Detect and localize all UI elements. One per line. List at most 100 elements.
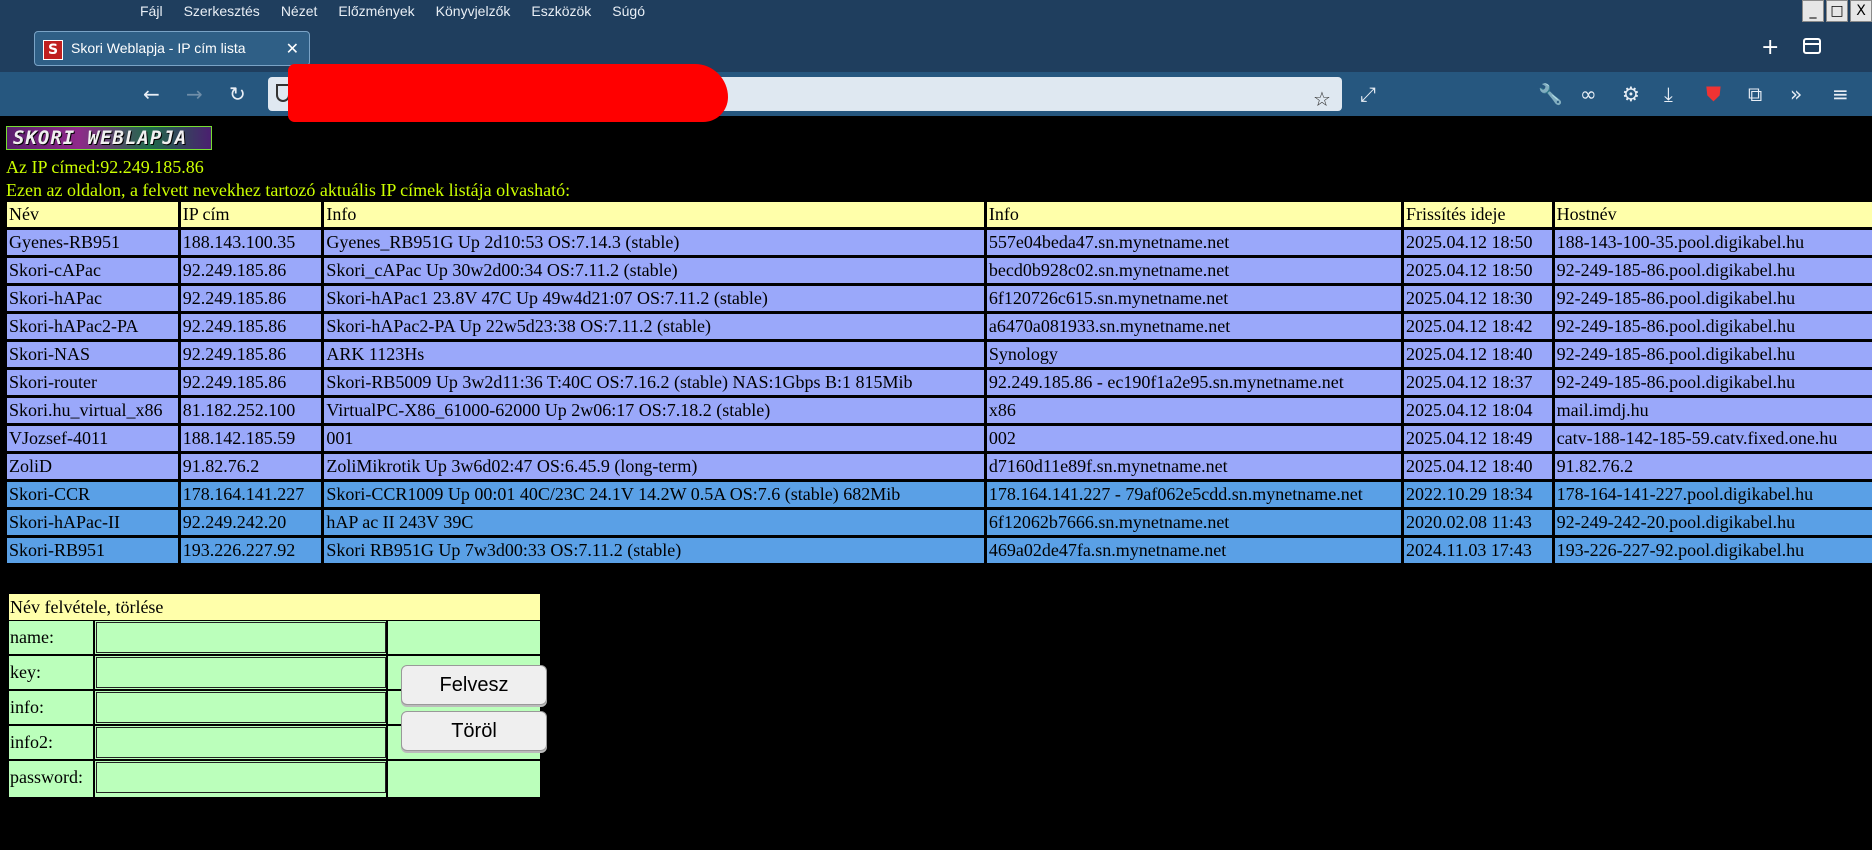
your-ip-text: Az IP címed:92.249.185.86 <box>6 157 204 177</box>
cell-name: Skori-router <box>7 370 178 395</box>
key-label: key: <box>10 662 41 682</box>
cell-updated: 2025.04.12 18:49 <box>1404 426 1552 451</box>
reload-icon[interactable]: ↻ <box>229 82 246 106</box>
fullscreen-icon[interactable]: ⤢ <box>1360 82 1376 106</box>
cell-name: VJozsef-4011 <box>7 426 178 451</box>
cell-hostname: 92-249-242-20.pool.digikabel.hu <box>1554 510 1872 535</box>
cell-info: VirtualPC-X86_61000-62000 Up 2w06:17 OS:… <box>324 398 984 423</box>
table-row: Skori-hAPac 92.249.185.86 Skori-hAPac1 23.… <box>7 286 1872 311</box>
menu-view[interactable]: Nézet <box>281 0 318 22</box>
redaction-overlay <box>288 64 728 122</box>
cell-ip: 92.249.242.20 <box>180 510 322 535</box>
cell-info: Skori-RB5009 Up 3w2d11:36 T:40C OS:7.16.… <box>324 370 984 395</box>
menu-history[interactable]: Előzmények <box>338 0 414 22</box>
hamburger-menu-icon[interactable]: ≡ <box>1832 82 1849 106</box>
overflow-chevron-icon[interactable]: » <box>1790 82 1802 106</box>
cell-hostname: 92-249-185-86.pool.digikabel.hu <box>1554 286 1872 311</box>
cell-hostname: 178-164-141-227.pool.digikabel.hu <box>1554 482 1872 507</box>
delete-button[interactable]: Töröl <box>401 711 547 751</box>
cell-info: hAP ac II 243V 39C <box>324 510 984 535</box>
back-icon[interactable]: ← <box>143 82 160 106</box>
cell-ip: 178.164.141.227 <box>180 482 322 507</box>
form-divider <box>386 621 388 797</box>
cell-info2: d7160d11e89f.sn.mynetname.net <box>986 454 1402 479</box>
menu-help[interactable]: Súgó <box>612 0 645 22</box>
cell-hostname: 92-249-185-86.pool.digikabel.hu <box>1554 258 1872 283</box>
minimize-button[interactable]: _ <box>1802 0 1824 22</box>
menu-file[interactable]: Fájl <box>140 0 163 22</box>
cell-updated: 2025.04.12 18:42 <box>1404 314 1552 339</box>
maximize-button[interactable]: □ <box>1826 0 1848 22</box>
key-input[interactable] <box>96 657 386 688</box>
cell-updated: 2025.04.12 18:40 <box>1404 342 1552 367</box>
cell-ip: 92.249.185.86 <box>180 286 322 311</box>
cell-updated: 2025.04.12 18:30 <box>1404 286 1552 311</box>
cell-info2: 557e04beda47.sn.mynetname.net <box>986 230 1402 255</box>
cell-info: Skori-hAPac1 23.8V 47C Up 49w4d21:07 OS:… <box>324 286 984 311</box>
bookmark-star-icon[interactable]: ☆ <box>1313 87 1331 111</box>
cell-hostname: catv-188-142-185-59.catv.fixed.one.hu <box>1554 426 1872 451</box>
cell-hostname: 92-249-185-86.pool.digikabel.hu <box>1554 342 1872 367</box>
cell-info2: x86 <box>986 398 1402 423</box>
cell-name: Skori-cAPac <box>7 258 178 283</box>
page-description: Ezen az oldalon, a felvett nevekhez tart… <box>6 180 571 200</box>
cell-info: Skori_cAPac Up 30w2d00:34 OS:7.11.2 (sta… <box>324 258 984 283</box>
table-row: Gyenes-RB951 188.143.100.35 Gyenes_RB951G … <box>7 230 1872 255</box>
download-icon[interactable]: ⤓ <box>1664 82 1673 106</box>
add-button[interactable]: Felvesz <box>401 665 547 705</box>
info-label: info: <box>10 697 44 717</box>
name-input[interactable] <box>96 622 386 653</box>
menu-tools[interactable]: Eszközök <box>531 0 591 22</box>
menu-bar: Fájl Szerkesztés Nézet Előzmények Könyvj… <box>140 0 666 22</box>
close-window-button[interactable]: X <box>1850 0 1872 22</box>
cell-info2: becd0b928c02.sn.mynetname.net <box>986 258 1402 283</box>
form-divider <box>9 759 540 761</box>
cell-name: Skori-hAPac2-PA <box>7 314 178 339</box>
new-tab-icon[interactable]: + <box>1761 37 1779 59</box>
browser-tab[interactable]: S Skori Weblapja - IP cím lista ✕ <box>34 31 310 66</box>
menu-edit[interactable]: Szerkesztés <box>184 0 260 22</box>
wrench-icon[interactable]: 🔧 <box>1538 82 1563 106</box>
password-label: password: <box>10 767 83 787</box>
cell-name: Skori-hAPac-II <box>7 510 178 535</box>
info2-input[interactable] <box>96 727 386 758</box>
cell-ip: 193.226.227.92 <box>180 538 322 563</box>
password-input[interactable] <box>96 762 386 793</box>
logo-text: SKORI WEBLAPJA <box>13 127 188 149</box>
tab-list-icon[interactable] <box>1803 37 1821 60</box>
browser-titlebar: Fájl Szerkesztés Nézet Előzmények Könyvj… <box>0 0 1872 72</box>
extensions-icon[interactable]: ⧉ <box>1748 82 1762 106</box>
header-info: Info <box>324 202 984 227</box>
cell-hostname: mail.imdj.hu <box>1554 398 1872 423</box>
info-input[interactable] <box>96 692 386 723</box>
cell-updated: 2020.02.08 11:43 <box>1404 510 1552 535</box>
cell-ip: 188.143.100.35 <box>180 230 322 255</box>
gear-icon[interactable]: ⚙ <box>1622 82 1640 106</box>
cell-name: Skori-hAPac <box>7 286 178 311</box>
cell-info: ZoliMikrotik Up 3w6d02:47 OS:6.45.9 (lon… <box>324 454 984 479</box>
info2-label: info2: <box>10 732 53 752</box>
cell-updated: 2024.11.03 17:43 <box>1404 538 1552 563</box>
cell-name: Skori.hu_virtual_x86 <box>7 398 178 423</box>
window-controls: _ □ X <box>1800 0 1872 22</box>
header-updated: Frissítés ideje <box>1404 202 1552 227</box>
close-tab-icon[interactable]: ✕ <box>286 32 299 65</box>
menu-bookmarks[interactable]: Könyvjelzők <box>436 0 511 22</box>
cell-info: ARK 1123Hs <box>324 342 984 367</box>
header-name: Név <box>7 202 178 227</box>
cell-info: Skori RB951G Up 7w3d00:33 OS:7.11.2 (sta… <box>324 538 984 563</box>
site-logo: SKORI WEBLAPJA <box>6 126 212 150</box>
private-mask-icon[interactable]: ∞ <box>1580 82 1597 106</box>
cell-hostname: 193-226-227-92.pool.digikabel.hu <box>1554 538 1872 563</box>
cell-hostname: 91.82.76.2 <box>1554 454 1872 479</box>
ublock-icon[interactable]: ⛊ <box>1706 82 1721 106</box>
table-header-row: Név IP cím Info Info Frissítés ideje Hos… <box>7 202 1872 227</box>
cell-info2: 178.164.141.227 - 79af062e5cdd.sn.mynetn… <box>986 482 1402 507</box>
cell-ip: 92.249.185.86 <box>180 370 322 395</box>
cell-hostname: 92-249-185-86.pool.digikabel.hu <box>1554 370 1872 395</box>
forward-icon[interactable]: → <box>186 82 203 106</box>
cell-info: Skori-hAPac2-PA Up 22w5d23:38 OS:7.11.2 … <box>324 314 984 339</box>
cell-info2: a6470a081933.sn.mynetname.net <box>986 314 1402 339</box>
cell-hostname: 92-249-185-86.pool.digikabel.hu <box>1554 314 1872 339</box>
cell-ip: 81.182.252.100 <box>180 398 322 423</box>
